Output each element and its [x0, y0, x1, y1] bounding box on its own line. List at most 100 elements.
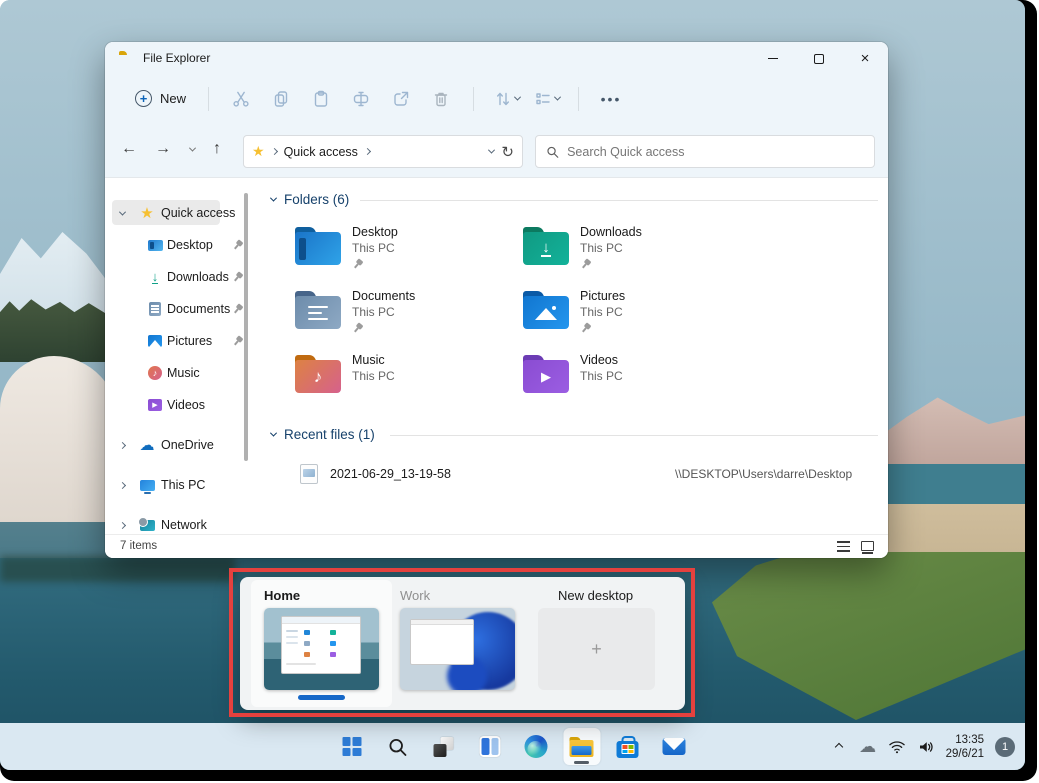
folder-tile-pictures[interactable]: Pictures This PC	[523, 287, 738, 345]
sidebar-item-pictures[interactable]: Pictures	[105, 328, 255, 354]
show-hidden-icons-button[interactable]	[830, 744, 848, 750]
taskbar: ☁ 13:35 29/6/21 1	[0, 723, 1025, 770]
maximize-button[interactable]	[796, 42, 842, 75]
divider	[208, 87, 209, 111]
onedrive-tray-icon[interactable]: ☁	[859, 737, 877, 757]
address-bar[interactable]: ★ Quick access ↻	[243, 135, 523, 168]
sidebar-item-quick-access[interactable]: ★ Quick access	[105, 200, 255, 226]
forward-button[interactable]: →	[155, 140, 171, 158]
scissors-icon	[231, 89, 251, 109]
recent-files-group-header[interactable]: Recent files (1)	[271, 427, 375, 442]
sidebar-item-this-pc[interactable]: This PC	[105, 472, 255, 498]
chevron-down-icon[interactable]	[119, 208, 126, 215]
rename-icon	[351, 89, 371, 109]
sidebar-item-desktop[interactable]: Desktop	[105, 232, 255, 258]
thumbnail-window	[410, 619, 474, 665]
up-button[interactable]: ↑	[213, 140, 221, 158]
store-icon	[617, 741, 639, 758]
cut-button[interactable]	[221, 83, 261, 115]
task-view-icon	[434, 737, 454, 757]
minimize-button[interactable]	[750, 42, 796, 75]
chevron-right-icon[interactable]	[119, 441, 126, 448]
share-icon	[391, 89, 411, 109]
file-explorer-button[interactable]	[563, 728, 600, 765]
folder-tile-music[interactable]: ♪ Music This PC	[295, 351, 510, 409]
recent-locations-chevron[interactable]	[189, 145, 196, 152]
close-button[interactable]: ×	[842, 42, 888, 75]
chevron-right-icon[interactable]	[119, 481, 126, 488]
navigation-pane: ★ Quick access Desktop ↓ Downloads	[105, 179, 260, 534]
address-row: ← → ↑ ★ Quick access ↻	[105, 128, 888, 176]
desktop-home-label[interactable]: Home	[264, 588, 300, 603]
search-icon	[546, 145, 559, 159]
command-bar: + New	[105, 75, 888, 122]
mail-button[interactable]	[655, 728, 692, 765]
share-button[interactable]	[381, 83, 421, 115]
videos-icon: ▶	[148, 399, 162, 411]
start-button[interactable]	[333, 728, 370, 765]
desktop-work-thumbnail[interactable]	[400, 608, 515, 690]
notification-badge[interactable]: 1	[995, 737, 1015, 757]
screenshot: File Explorer × + New	[0, 0, 1039, 783]
see-more-button[interactable]: •••	[591, 83, 631, 115]
sidebar-item-downloads[interactable]: ↓ Downloads	[105, 264, 255, 290]
paste-button[interactable]	[301, 83, 341, 115]
chevron-right-icon[interactable]	[119, 521, 126, 528]
folder-tile-documents[interactable]: Documents This PC	[295, 287, 510, 345]
delete-button[interactable]	[421, 83, 461, 115]
folders-group-header[interactable]: Folders (6)	[271, 192, 349, 207]
sidebar-item-onedrive[interactable]: ☁ OneDrive	[105, 432, 255, 458]
music-folder-icon: ♪	[295, 355, 341, 393]
desktop-home-thumbnail[interactable]	[264, 608, 379, 690]
folder-tile-downloads[interactable]: ↓ Downloads This PC	[523, 223, 738, 281]
widgets-button[interactable]	[471, 728, 508, 765]
sort-button[interactable]	[486, 83, 526, 115]
volume-icon[interactable]	[917, 739, 935, 755]
status-bar: 7 items	[105, 534, 888, 558]
star-icon: ★	[138, 205, 156, 221]
address-location[interactable]: Quick access	[284, 145, 358, 159]
divider	[390, 435, 878, 436]
rename-button[interactable]	[341, 83, 381, 115]
recent-file-row[interactable]: 2021-06-29_13-19-58 \\DESKTOP\Users\darr…	[300, 461, 860, 487]
sidebar-item-videos[interactable]: ▶ Videos	[105, 392, 255, 418]
large-icons-view-button[interactable]	[861, 541, 874, 551]
wifi-icon[interactable]	[888, 739, 906, 755]
network-icon	[140, 520, 155, 531]
new-button[interactable]: + New	[125, 83, 196, 115]
clock[interactable]: 13:35 29/6/21	[946, 733, 984, 761]
sidebar-item-documents[interactable]: Documents	[105, 296, 255, 322]
view-button[interactable]	[526, 83, 566, 115]
store-button[interactable]	[609, 728, 646, 765]
edge-button[interactable]	[517, 728, 554, 765]
sidebar-scrollbar[interactable]	[244, 193, 248, 461]
details-view-button[interactable]	[837, 541, 850, 552]
pin-icon	[350, 320, 367, 337]
back-button[interactable]: ←	[121, 140, 137, 158]
search-box[interactable]	[535, 135, 875, 168]
task-view-popup: Home Work New desktop	[240, 577, 685, 710]
search-icon	[388, 737, 408, 757]
search-input[interactable]	[567, 145, 864, 159]
new-desktop-button[interactable]: +	[538, 608, 655, 690]
pictures-folder-icon	[523, 291, 569, 329]
pictures-icon	[148, 335, 162, 347]
new-desktop-label[interactable]: New desktop	[558, 588, 633, 603]
desktop-work-label[interactable]: Work	[400, 588, 430, 603]
content-pane: Folders (6) Desktop This PC ↓	[265, 179, 888, 534]
time: 13:35	[946, 733, 984, 747]
taskbar-icons	[333, 723, 692, 770]
address-dropdown-chevron[interactable]	[488, 147, 495, 154]
ellipsis-icon: •••	[601, 91, 622, 107]
refresh-icon[interactable]: ↻	[501, 143, 514, 161]
task-view-button[interactable]	[425, 728, 462, 765]
plus-icon: +	[135, 90, 152, 107]
desktop-icon	[148, 240, 163, 251]
sidebar-item-music[interactable]: ♪ Music	[105, 360, 255, 386]
onedrive-cloud-icon: ☁	[138, 437, 156, 453]
folder-tile-desktop[interactable]: Desktop This PC	[295, 223, 510, 281]
title-bar[interactable]: File Explorer ×	[105, 42, 888, 75]
copy-button[interactable]	[261, 83, 301, 115]
folder-tile-videos[interactable]: ▶ Videos This PC	[523, 351, 738, 409]
search-button[interactable]	[379, 728, 416, 765]
